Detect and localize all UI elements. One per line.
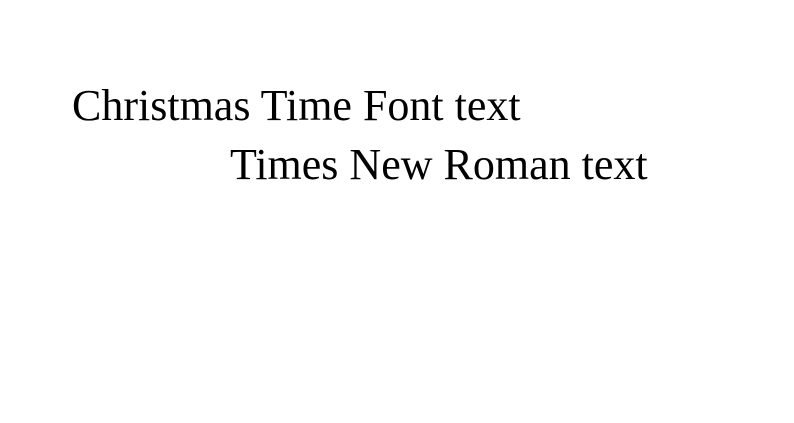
- christmas-time-font-sample-text: Christmas Time Font text: [72, 81, 521, 130]
- times-new-roman-sample-text: Times New Roman text: [230, 140, 648, 189]
